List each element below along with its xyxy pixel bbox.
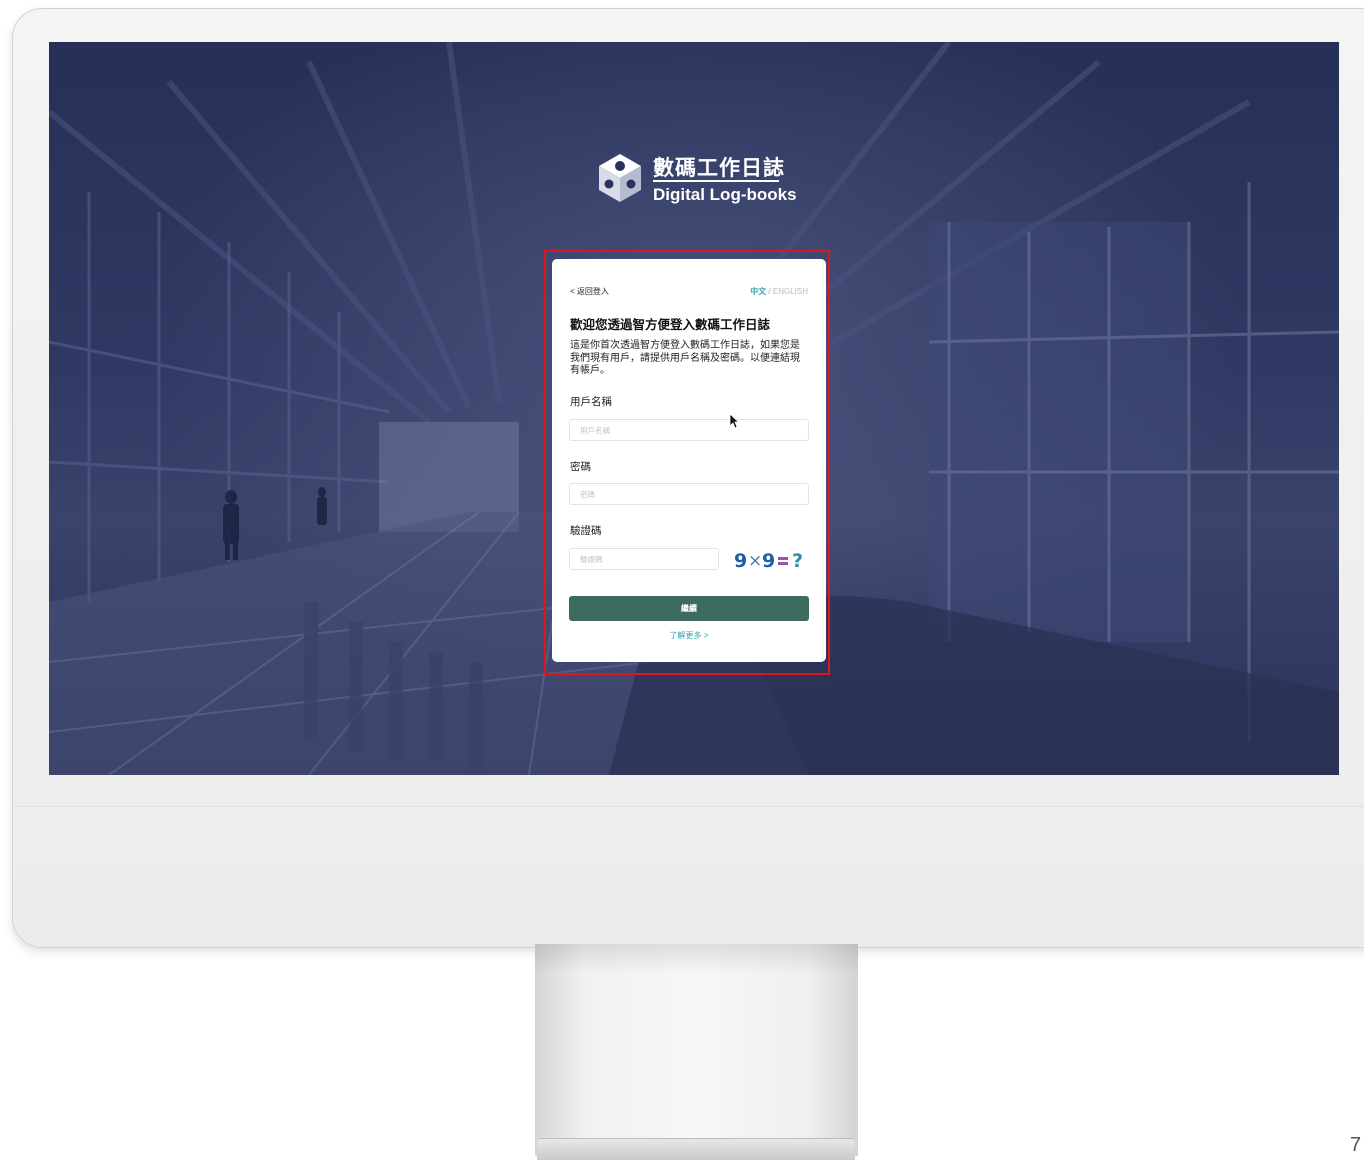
mouse-pointer-icon: [729, 413, 739, 429]
login-card: < 返回登入 中文 / ENGLISH 歡迎您透過智方便登入數碼工作日誌 這是你…: [552, 259, 826, 662]
password-input[interactable]: [569, 483, 809, 505]
cube-logo-icon: [599, 154, 641, 202]
stand-shadow: [535, 944, 858, 974]
monitor-stand-foot: [537, 1138, 855, 1160]
captcha-label: 驗證碼: [570, 525, 602, 537]
lang-chinese[interactable]: 中文: [750, 287, 766, 296]
username-input[interactable]: [569, 419, 809, 441]
captcha-image[interactable]: 9 × 9 ?: [732, 549, 810, 571]
card-description: 這是你首次透過智方便登入數碼工作日誌，如果您是我們現有用戶，請提供用戶名稱及密碼…: [570, 340, 800, 376]
logo-divider: [653, 180, 779, 182]
logo-title-chinese: 數碼工作日誌: [653, 157, 785, 180]
card-top-bar: < 返回登入 中文 / ENGLISH: [570, 286, 808, 298]
back-to-login-link[interactable]: < 返回登入: [570, 286, 609, 297]
page-number: 7: [1350, 1134, 1362, 1156]
monitor-stand: [535, 944, 858, 1156]
lang-english[interactable]: ENGLISH: [773, 287, 808, 296]
continue-button[interactable]: 繼續: [569, 596, 809, 621]
captcha-input[interactable]: [569, 548, 719, 570]
app-logo: 數碼工作日誌 Digital Log-books: [595, 150, 797, 210]
svg-text:?: ?: [792, 550, 803, 571]
svg-text:9: 9: [734, 550, 747, 571]
language-switcher: 中文 / ENGLISH: [750, 286, 808, 297]
card-title: 歡迎您透過智方便登入數碼工作日誌: [570, 318, 771, 332]
monitor-chin-divider: [13, 806, 1364, 807]
svg-text:×: ×: [748, 551, 762, 571]
learn-more-link[interactable]: 了解更多 >: [552, 630, 826, 641]
logo-title-english: Digital Log-books: [653, 185, 797, 204]
svg-text:9: 9: [762, 550, 775, 571]
password-label: 密碼: [570, 461, 591, 473]
username-label: 用戶名稱: [570, 396, 612, 408]
lang-separator: /: [766, 287, 773, 296]
